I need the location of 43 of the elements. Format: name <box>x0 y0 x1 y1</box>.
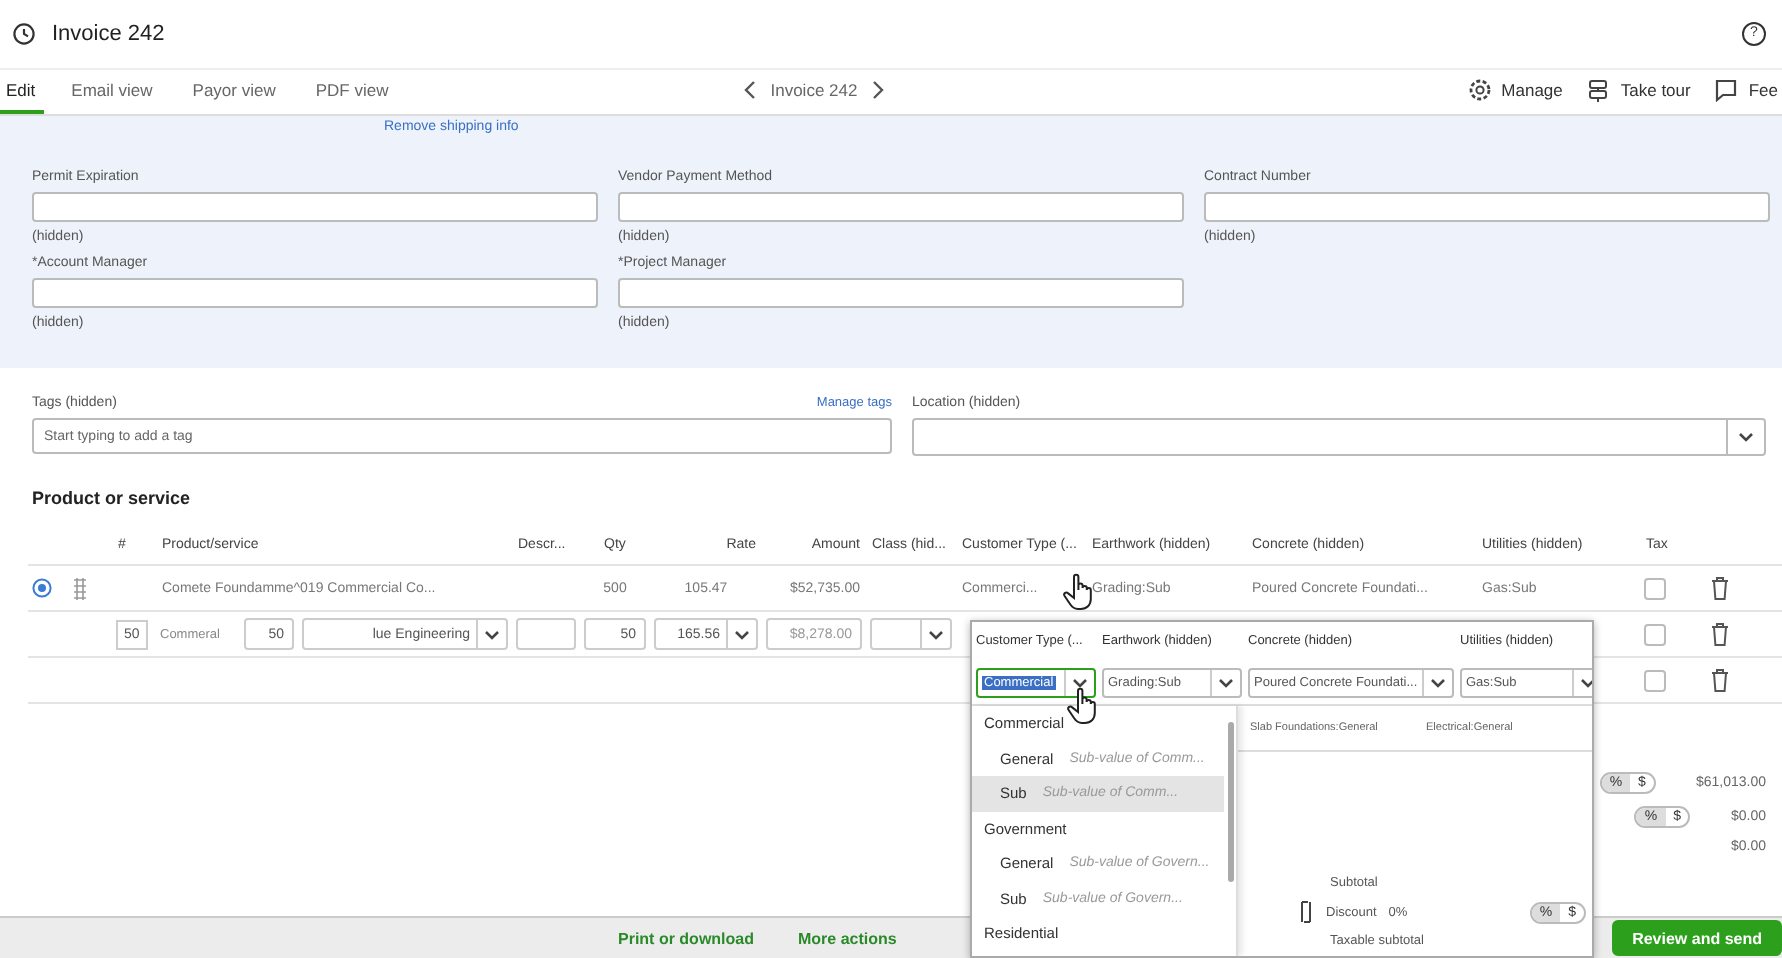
history-icon[interactable] <box>12 22 36 46</box>
hand-cursor-icon <box>1064 686 1100 726</box>
toolbar-button[interactable]: Fee <box>1714 78 1778 102</box>
toolbar-button[interactable]: Manage <box>1467 78 1563 102</box>
gear-icon <box>1467 78 1492 102</box>
drag-handle-icon[interactable] <box>72 577 88 599</box>
hand-cursor-icon <box>1060 572 1096 612</box>
view-tab[interactable]: PDF view <box>315 70 389 114</box>
section-title: Product or service <box>30 486 193 512</box>
text-field[interactable] <box>618 192 1184 222</box>
caret-icon <box>1578 673 1592 691</box>
caret-icon <box>926 625 946 643</box>
text-field[interactable] <box>618 278 1184 308</box>
location-select[interactable] <box>912 418 1766 456</box>
chevron-right-icon[interactable] <box>869 80 886 100</box>
trash-icon[interactable] <box>1710 576 1730 600</box>
caret-icon <box>732 625 752 643</box>
caret-icon <box>1070 673 1090 691</box>
footer-link[interactable]: Print or download <box>618 929 754 947</box>
trash-icon[interactable] <box>1710 622 1730 646</box>
caret-icon <box>1428 673 1448 691</box>
footer-link[interactable]: More actions <box>798 929 897 947</box>
caret-icon <box>1216 673 1236 691</box>
text-field[interactable] <box>32 278 598 308</box>
tax-checkbox[interactable] <box>1644 577 1666 599</box>
toolbar-button[interactable]: Take tour <box>1586 78 1691 102</box>
description-field[interactable] <box>516 618 576 650</box>
text-field[interactable] <box>1204 192 1770 222</box>
signpost-icon <box>1586 78 1611 102</box>
tax-checkbox[interactable] <box>1644 669 1666 691</box>
tax-checkbox[interactable] <box>1644 623 1666 645</box>
class-select[interactable] <box>870 618 952 650</box>
trash-icon[interactable] <box>1710 668 1730 692</box>
chat-icon <box>1714 78 1739 102</box>
chevron-left-icon[interactable] <box>742 80 759 100</box>
text-field[interactable] <box>32 192 598 222</box>
view-tab[interactable]: Payor view <box>192 70 276 114</box>
invoice-number: Invoice 242 <box>770 80 858 100</box>
caret-icon <box>482 625 502 643</box>
view-tab[interactable]: Email view <box>71 70 153 114</box>
caret-icon <box>1736 428 1756 446</box>
invoice-title: Invoice 242 <box>52 22 165 46</box>
radio-icon[interactable] <box>32 578 52 598</box>
